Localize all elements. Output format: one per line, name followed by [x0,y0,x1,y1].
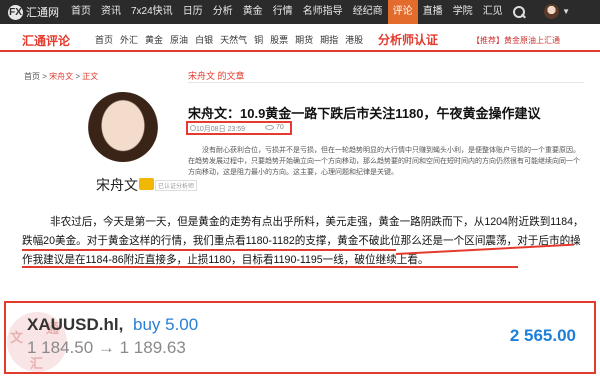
analyst-cert-link[interactable]: 分析师认证 [378,31,438,48]
logo-text: 汇通网 [26,7,59,19]
sub-nav-item[interactable]: 期货 [295,33,313,46]
sub-nav-items: 首页 外汇 黄金 原油 白银 天然气铜股票 期货 期指 港股 [95,33,370,46]
nav-item[interactable]: 资讯 [96,0,126,24]
article-section-header: 宋舟文 的文章 [188,71,245,81]
article-body: 非农过后，今天是第一天，但是黄金的走势有点出乎所料，美元走强，黄金一路阴跌而下，… [22,216,584,266]
breadcrumb-sep: > [73,72,83,81]
author-flag: 已认证分析师 [155,180,198,191]
quote-symbol: XAUUSD.hl, [27,315,124,334]
nav-item[interactable]: 行情 [268,0,298,24]
nav-item[interactable]: 学院 [448,0,478,24]
sub-nav-item[interactable]: 天然气 [220,33,247,46]
breadcrumb-home[interactable]: 首页 [24,72,40,81]
sub-nav-item[interactable]: 首页 [95,33,113,46]
chevron-down-icon[interactable]: ▼ [562,7,570,16]
sub-nav-bar: 汇通评论 首页 外汇 黄金 原油 白银 天然气铜股票 期货 期指 港股 分析师认证 【推荐】黄金… [0,24,600,52]
site-logo[interactable]: FX 汇通网 [8,3,59,21]
author-name[interactable]: 宋舟文 [96,175,138,195]
article-date: 10月08日 23:59 [196,126,246,133]
verified-badge-icon [139,178,154,190]
section-brand[interactable]: 汇通评论 [22,32,70,49]
nav-item[interactable]: 评论 [387,0,418,24]
article-title: 宋舟文：10.9黄金一路下跌后市关注1180，午夜黄金操作建议 [188,106,541,121]
nav-item[interactable]: 黄金 [238,0,268,24]
breadcrumb: 首页 > 宋舟文 > 正文 [24,71,98,82]
sub-nav-item[interactable]: 白银 [195,33,213,46]
sub-nav-item[interactable]: 原油 [170,33,188,46]
breadcrumb-sep: > [40,72,50,81]
article-summary: 没有耐心获利合位，亏损并不是亏损，但在一轮趋势明显的大行情中只赚到蝇头小利，是便… [188,147,580,176]
sub-nav-item[interactable]: 股票 [270,33,288,46]
logo-mark-icon: FX [8,4,23,20]
sub-nav-item[interactable]: 黄金 [145,33,163,46]
nav-item[interactable]: 汇见 [478,0,508,24]
quote-current-price: 2 565.00 [509,326,576,345]
breadcrumb-current: 正文 [82,72,99,81]
sub-nav-item[interactable]: 港股 [345,33,363,46]
sub-nav-item[interactable]: 期指 [320,33,338,46]
underline-mark [22,249,396,251]
user-avatar[interactable] [544,4,560,19]
nav-item[interactable]: 首页 [66,0,96,24]
sub-nav-item[interactable]: 外汇 [120,33,138,46]
top-nav: FX 汇通网 首页 资讯 7x24快讯 日历 分析 黄金 行情 名师指导 经纪商 评论 直播 学院 汇见… [0,0,600,24]
nav-item[interactable]: 名师指导 [298,0,348,24]
underline-mark [22,266,518,268]
quote-price-range: 1 184.50 → 1 189.63 [27,338,186,357]
breadcrumb-author[interactable]: 宋舟文 [49,72,73,81]
seal-char: 文 [10,330,24,345]
nav-item[interactable]: 日历 [178,0,208,24]
nav-item[interactable]: 直播 [418,0,448,24]
top-nav-items: 首页 资讯 7x24快讯 日历 分析 黄金 行情 名师指导 经纪商 评论 直播 学院 汇见 [66,0,508,24]
sub-nav-item[interactable]: 铜 [254,33,263,46]
eye-icon [265,125,274,130]
top-nav-right: ▼ [512,4,570,19]
promo-link[interactable]: 【推荐】黄金原油上汇通 [472,35,560,46]
article-views: 70 [276,124,284,131]
author-photo[interactable] [88,92,158,162]
nav-item[interactable]: 7x24快讯 [126,0,178,24]
search-icon[interactable] [512,5,526,19]
nav-item[interactable]: 经纪商 [348,0,388,24]
divider [188,82,584,83]
nav-item[interactable]: 分析 [208,0,238,24]
quote-action: buy 5.00 [133,315,199,334]
